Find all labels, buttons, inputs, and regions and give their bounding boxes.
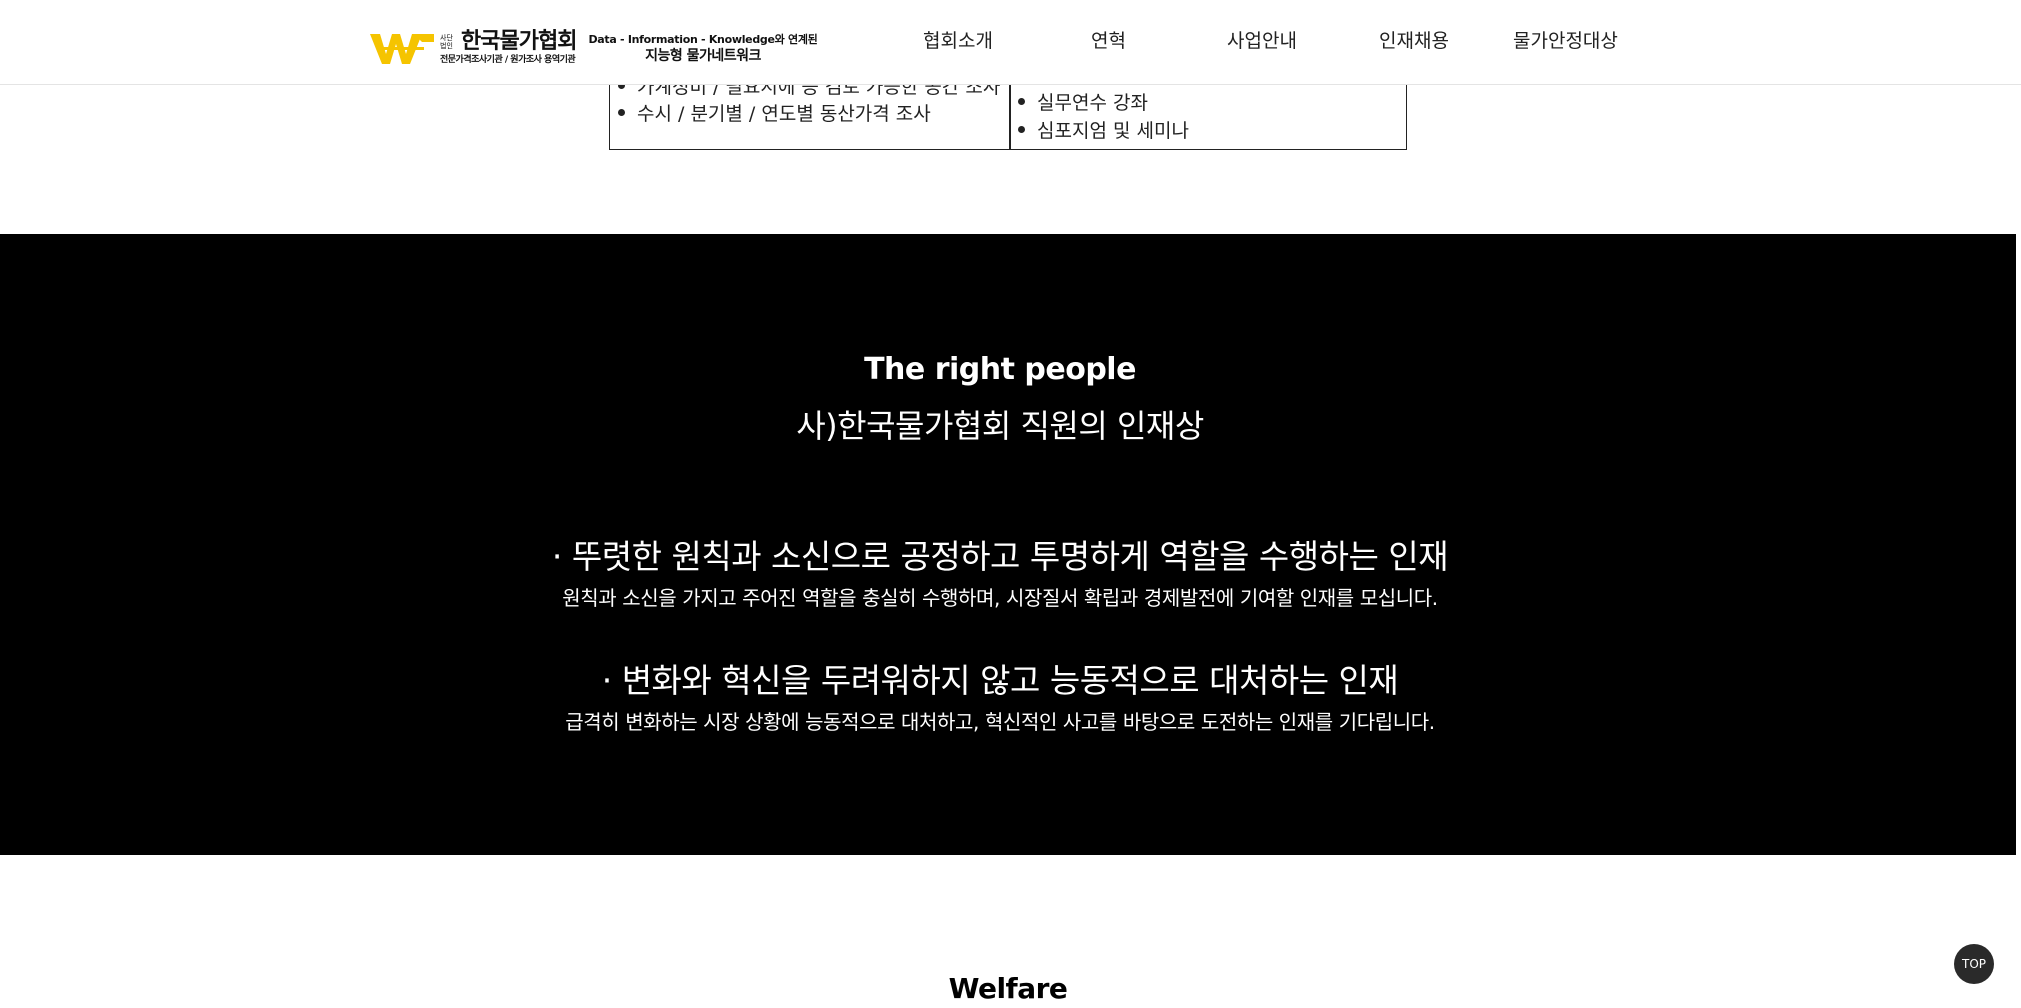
list-item: 실무연수 강좌 [1018,88,1148,115]
nav-item-business[interactable]: 사업안내 [1227,26,1297,53]
welfare-title: Welfare [948,972,1068,1005]
value-description: 급격히 변화하는 시장 상황에 능동적으로 대처하고, 혁신적인 사고를 바탕으… [565,710,1435,734]
nav-item-about[interactable]: 협회소개 [923,26,993,53]
logo-subtitle: 전문가격조사기관 / 원가조사 용역기관 [440,55,576,65]
section-title: The right people [864,352,1136,387]
logo-mark-icon [370,34,434,64]
nav-item-history[interactable]: 연혁 [1091,26,1126,53]
value-description: 원칙과 소신을 가지고 주어진 역할을 충실히 수행하며, 시장질서 확립과 경… [562,586,1438,610]
site-header: 사단법인 한국물가협회 전문가격조사기관 / 원가조사 용역기관 Data - … [0,0,2021,85]
list-item: 심포지엄 및 세미나 [1018,116,1189,143]
logo-tagline-main: 지능형 물가네트워크 [645,47,761,64]
nav-item-recruit[interactable]: 인재채용 [1379,26,1449,53]
logo-small-text: 사단법인 [440,34,453,50]
value-heading: · 변화와 혁신을 두려워하지 않고 능동적으로 대처하는 인재 [601,661,1399,700]
logo-tagline: Data - Information - Knowledge와 연계된 [588,32,818,46]
right-people-section: The right people 사)한국물가협회 직원의 인재상 · 뚜렷한 … [0,234,2016,855]
list-item: 수시 / 분기별 / 연도별 동산가격 조사 [618,99,931,126]
scroll-top-button[interactable]: TOP [1954,944,1994,984]
site-logo[interactable]: 사단법인 한국물가협회 전문가격조사기관 / 원가조사 용역기관 Data - … [370,28,818,68]
nav-item-award[interactable]: 물가안정대상 [1513,26,1618,53]
value-heading: · 뚜렷한 원칙과 소신으로 공정하고 투명하게 역할을 수행하는 인재 [551,537,1449,576]
logo-name: 한국물가협회 [461,29,577,54]
bullet-icon [1018,126,1025,133]
scrollbar-track [2016,0,2021,1008]
bullet-icon [1018,98,1025,105]
section-subtitle: 사)한국물가협회 직원의 인재상 [796,407,1204,445]
bullet-icon [618,109,625,116]
